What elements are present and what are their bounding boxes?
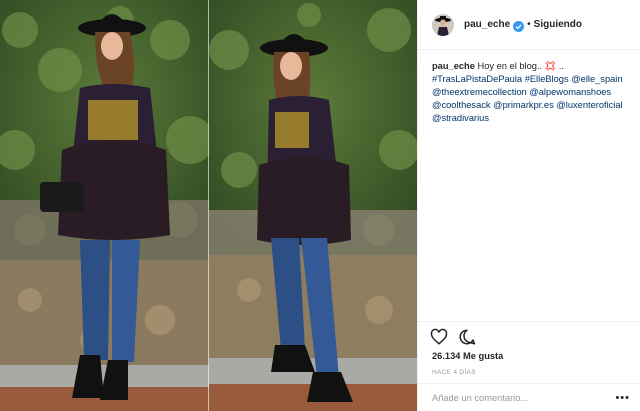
- post-sidebar: pau_eche • Siguiendo pau_eche Hoy en el …: [417, 0, 640, 411]
- header-separator: •: [527, 19, 531, 30]
- avatar[interactable]: [432, 13, 454, 36]
- photo-right-panel: [209, 0, 417, 411]
- caption-tag-link[interactable]: @alpewomanshoes: [529, 87, 611, 97]
- post-timestamp[interactable]: HACE 4 DÍAS: [418, 365, 640, 379]
- caption-tag-link[interactable]: @stradivarius: [432, 113, 489, 123]
- more-options-icon[interactable]: •••: [615, 392, 630, 404]
- action-bar: [418, 321, 640, 351]
- verified-badge-icon: [513, 19, 525, 32]
- comment-input[interactable]: [432, 392, 602, 403]
- comment-form: •••: [418, 383, 640, 411]
- caption-tag-link[interactable]: #ElleBlogs: [525, 74, 569, 84]
- post-photo[interactable]: [0, 0, 417, 411]
- author-username[interactable]: pau_eche: [464, 19, 510, 30]
- caption-text: Hoy en el blog.. 💢 ..: [477, 61, 564, 71]
- heart-icon[interactable]: [430, 328, 448, 346]
- post-caption: pau_eche Hoy en el blog.. 💢 .. #TrasLaPi…: [418, 50, 640, 321]
- comment-icon[interactable]: [458, 328, 476, 346]
- photo-left-panel: [0, 0, 209, 411]
- likes-count[interactable]: 26.134 Me gusta: [418, 351, 640, 365]
- caption-tag-link[interactable]: @coolthesack: [432, 100, 491, 110]
- caption-tag-link[interactable]: #TrasLaPistaDePaula: [432, 74, 522, 84]
- caption-tags: #TrasLaPistaDePaula #ElleBlogs @elle_spa…: [432, 74, 623, 123]
- instagram-post: pau_eche • Siguiendo pau_eche Hoy en el …: [0, 0, 640, 411]
- caption-tag-link[interactable]: @elle_spain: [571, 74, 622, 84]
- caption-author[interactable]: pau_eche: [432, 61, 475, 71]
- caption-tag-link[interactable]: @theextremecollection: [432, 87, 527, 97]
- caption-tag-link[interactable]: @primarkpr.es: [493, 100, 554, 110]
- caption-tag-link[interactable]: @luxenteroficial: [556, 100, 622, 110]
- follow-button[interactable]: Siguiendo: [534, 19, 582, 30]
- post-header: pau_eche • Siguiendo: [418, 0, 640, 50]
